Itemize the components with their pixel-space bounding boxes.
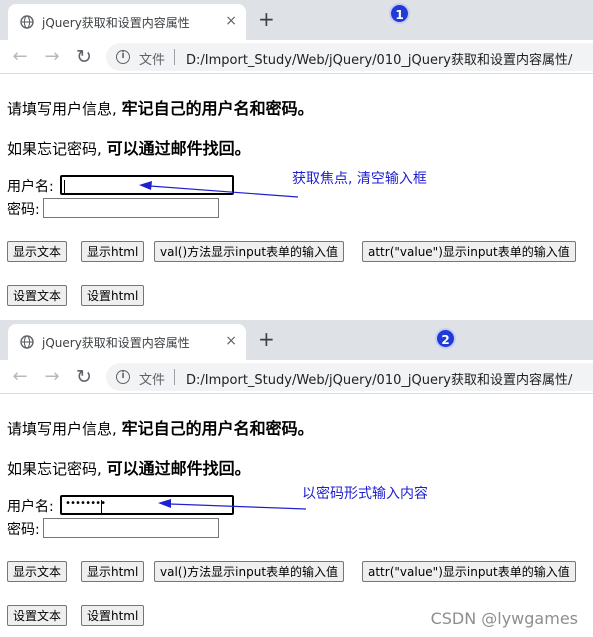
browser-tab[interactable]: jQuery获取和设置内容属性 ×: [8, 324, 246, 360]
username-label: 用户名:: [7, 179, 54, 195]
forward-arrow-icon[interactable]: →: [40, 45, 64, 69]
back-arrow-icon[interactable]: ←: [8, 365, 32, 389]
username-input[interactable]: ••••••••: [60, 495, 234, 515]
reload-icon[interactable]: ↻: [72, 365, 96, 389]
browser-toolbar: ← → ↻ i 文件 D:/Import_Study/Web/jQuery/01…: [0, 360, 593, 394]
forward-arrow-icon[interactable]: →: [40, 365, 64, 389]
password-label: 密码:: [7, 522, 40, 538]
globe-icon: [20, 15, 34, 29]
recover-emphasis: 可以通过邮件找回。: [106, 459, 251, 478]
intro-text: 请填写用户信息,: [7, 100, 117, 118]
annotation-text: 获取焦点, 清空输入框: [292, 171, 427, 187]
show-html-button[interactable]: 显示html: [81, 241, 145, 262]
annotation-text: 以密码形式输入内容: [302, 486, 428, 502]
set-html-button[interactable]: 设置html: [81, 605, 145, 626]
file-label: 文件: [139, 373, 166, 388]
password-input[interactable]: [43, 518, 219, 538]
page-content: 请填写用户信息, 牢记自己的用户名和密码。 如果忘记密码, 可以通过邮件找回。 …: [0, 395, 593, 637]
val-show-button[interactable]: val()方法显示input表单的输入值: [154, 241, 345, 262]
recover-paragraph: 如果忘记密码, 可以通过邮件找回。: [7, 135, 251, 159]
recover-text: 如果忘记密码,: [7, 460, 102, 478]
intro-emphasis: 牢记自己的用户名和密码。: [121, 99, 314, 118]
omnibox-separator: [174, 49, 175, 65]
info-icon[interactable]: i: [116, 370, 130, 384]
back-arrow-icon[interactable]: ←: [8, 45, 32, 69]
omnibox-separator: [174, 369, 175, 385]
intro-text: 请填写用户信息,: [7, 420, 117, 438]
attr-value-show-button[interactable]: attr("value")显示input表单的输入值: [362, 241, 576, 262]
close-icon[interactable]: ×: [225, 13, 237, 29]
set-text-button[interactable]: 设置文本: [7, 285, 68, 306]
browser-window-step-2: jQuery获取和设置内容属性 × + 2 ← → ↻ i 文件 D:/Impo…: [0, 320, 593, 637]
text-caret: [64, 180, 65, 194]
show-text-button[interactable]: 显示文本: [7, 561, 68, 582]
file-label: 文件: [139, 53, 166, 68]
set-html-button[interactable]: 设置html: [81, 285, 145, 306]
recover-text: 如果忘记密码,: [7, 140, 102, 158]
show-text-button[interactable]: 显示文本: [7, 241, 68, 262]
tab-title: jQuery获取和设置内容属性: [42, 16, 190, 30]
intro-emphasis: 牢记自己的用户名和密码。: [121, 419, 314, 438]
tab-title: jQuery获取和设置内容属性: [42, 336, 190, 350]
browser-toolbar: ← → ↻ i 文件 D:/Import_Study/Web/jQuery/01…: [0, 40, 593, 74]
show-html-button[interactable]: 显示html: [81, 561, 145, 582]
address-bar[interactable]: i 文件 D:/Import_Study/Web/jQuery/010_jQue…: [106, 363, 593, 391]
url-text[interactable]: D:/Import_Study/Web/jQuery/010_jQuery获取和…: [186, 49, 572, 68]
browser-window-step-1: jQuery获取和设置内容属性 × + 1 ← → ↻ i 文件 D:/Impo…: [0, 0, 593, 318]
password-input[interactable]: [43, 198, 219, 218]
address-bar[interactable]: i 文件 D:/Import_Study/Web/jQuery/010_jQue…: [106, 43, 593, 71]
tab-strip: jQuery获取和设置内容属性 × + 1: [0, 0, 593, 40]
username-label: 用户名:: [7, 499, 54, 515]
intro-paragraph: 请填写用户信息, 牢记自己的用户名和密码。: [7, 95, 314, 119]
attr-value-show-button[interactable]: attr("value")显示input表单的输入值: [362, 561, 576, 582]
plus-icon[interactable]: +: [258, 327, 275, 351]
plus-icon[interactable]: +: [258, 7, 275, 31]
username-input[interactable]: [60, 175, 234, 195]
browser-tab[interactable]: jQuery获取和设置内容属性 ×: [8, 4, 246, 40]
val-show-button[interactable]: val()方法显示input表单的输入值: [154, 561, 345, 582]
reload-icon[interactable]: ↻: [72, 45, 96, 69]
url-text[interactable]: D:/Import_Study/Web/jQuery/010_jQuery获取和…: [186, 369, 572, 388]
step-badge: 1: [389, 3, 410, 24]
recover-emphasis: 可以通过邮件找回。: [106, 139, 251, 158]
step-badge: 2: [435, 328, 456, 349]
intro-paragraph: 请填写用户信息, 牢记自己的用户名和密码。: [7, 415, 314, 439]
tab-strip: jQuery获取和设置内容属性 × + 2: [0, 320, 593, 360]
info-icon[interactable]: i: [116, 50, 130, 64]
username-value: ••••••••: [65, 498, 106, 509]
close-icon[interactable]: ×: [225, 333, 237, 349]
text-caret: [101, 500, 102, 514]
globe-icon: [20, 335, 34, 349]
password-label: 密码:: [7, 202, 40, 218]
recover-paragraph: 如果忘记密码, 可以通过邮件找回。: [7, 455, 251, 479]
set-text-button[interactable]: 设置文本: [7, 605, 68, 626]
watermark: CSDN @lywgames: [430, 609, 578, 628]
page-content: 请填写用户信息, 牢记自己的用户名和密码。 如果忘记密码, 可以通过邮件找回。 …: [0, 75, 593, 318]
